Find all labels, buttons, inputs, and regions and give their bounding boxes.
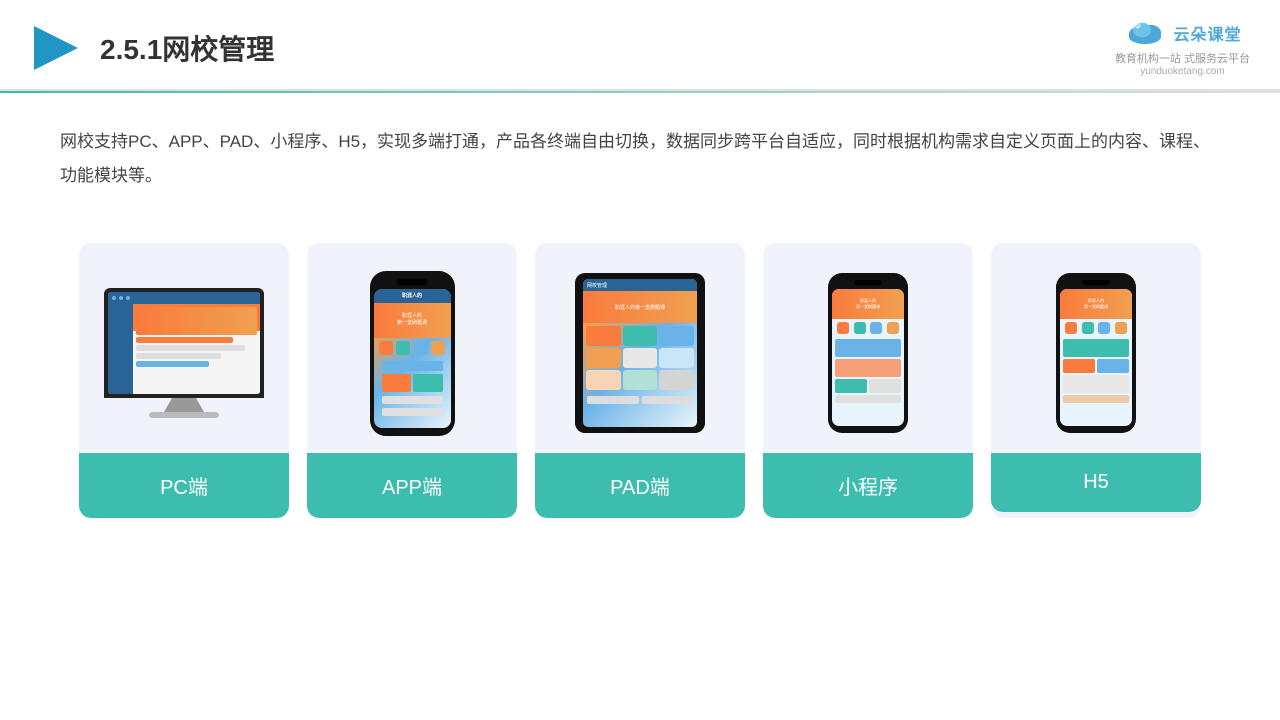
card-pc-image — [79, 243, 289, 453]
pad-tablet-mockup: 网校管理 职涯人的第一堂刷题课 — [575, 273, 705, 433]
header-left: 2.5.1网校管理 — [30, 22, 274, 74]
logo-area: 云朵课堂 教育机构一站 式服务云平台 yunduoketang.com — [1115, 18, 1250, 77]
card-pad-label: PAD端 — [535, 453, 745, 518]
pc-mockup — [104, 288, 264, 418]
logo-url: yunduoketang.com — [1140, 66, 1225, 77]
card-h5-label: H5 — [991, 453, 1201, 512]
cards-container: PC端 职涯人的 职涯人的第一堂刷题课 — [0, 223, 1280, 518]
app-phone-mockup: 职涯人的 职涯人的第一堂刷题课 — [370, 271, 455, 436]
h5-phone-mockup: 职涯人的第一堂刷题课 — [1056, 273, 1136, 433]
card-app-label: APP端 — [307, 453, 517, 518]
description-text: 网校支持PC、APP、PAD、小程序、H5，实现多端打通，产品各终端自由切换，数… — [60, 132, 1210, 185]
logo-text: 云朵课堂 — [1173, 21, 1241, 45]
logo-sub: 教育机构一站 式服务云平台 — [1115, 50, 1250, 66]
card-app-image: 职涯人的 职涯人的第一堂刷题课 — [307, 243, 517, 453]
miniprogram-phone-mockup: 职涯人的第一堂刷题课 — [828, 273, 908, 433]
card-pad: 网校管理 职涯人的第一堂刷题课 — [535, 243, 745, 518]
header: 2.5.1网校管理 云朵课堂 教育机构一站 式服务云平台 yunduoketan… — [0, 0, 1280, 91]
card-h5: 职涯人的第一堂刷题课 — [991, 243, 1201, 518]
card-app: 职涯人的 职涯人的第一堂刷题课 — [307, 243, 517, 518]
logo-cloud: 云朵课堂 — [1123, 18, 1241, 48]
card-pc-label: PC端 — [79, 453, 289, 518]
page-title: 2.5.1网校管理 — [100, 28, 274, 68]
card-pad-image: 网校管理 职涯人的第一堂刷题课 — [535, 243, 745, 453]
cloud-icon — [1123, 18, 1167, 48]
card-pc: PC端 — [79, 243, 289, 518]
play-icon — [30, 22, 82, 74]
card-h5-image: 职涯人的第一堂刷题课 — [991, 243, 1201, 453]
card-miniprogram: 职涯人的第一堂刷题课 — [763, 243, 973, 518]
description: 网校支持PC、APP、PAD、小程序、H5，实现多端打通，产品各终端自由切换，数… — [0, 93, 1280, 213]
card-miniprogram-image: 职涯人的第一堂刷题课 — [763, 243, 973, 453]
card-miniprogram-label: 小程序 — [763, 453, 973, 518]
